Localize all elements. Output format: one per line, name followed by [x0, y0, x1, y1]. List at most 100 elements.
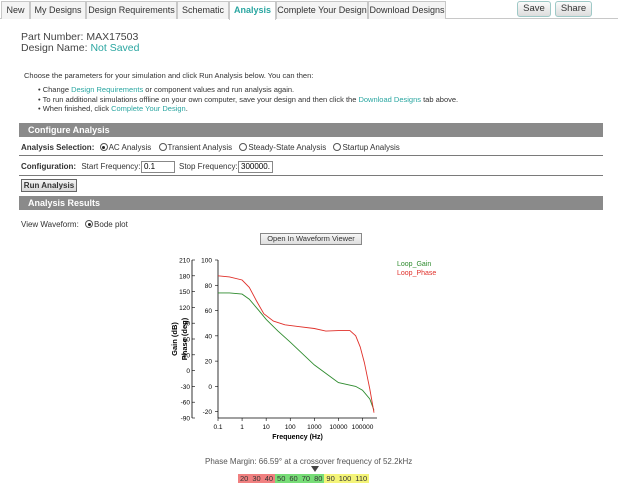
- gain-tick-label: 40: [205, 333, 213, 340]
- bullet-1-post: or component values and run analysis aga…: [143, 85, 295, 94]
- tab-bar: New My Designs Design Requirements Schem…: [0, 0, 618, 20]
- bode-plot: -20020406080100-90-60-300306090120150180…: [170, 258, 436, 442]
- radio-transient-label[interactable]: Transient Analysis: [168, 143, 233, 152]
- phase-tick-label: 180: [179, 273, 190, 280]
- view-waveform-row: View Waveform: Bode plot: [21, 220, 128, 229]
- intro-text: Choose the parameters for your simulatio…: [24, 71, 314, 80]
- analysis-selection-label: Analysis Selection:: [21, 143, 95, 152]
- analysis-selection-row: Analysis Selection: AC Analysis Transien…: [21, 143, 400, 152]
- bullet-2-post: tab above.: [421, 94, 459, 104]
- gain-tick-label: 0: [208, 384, 212, 391]
- bullet-change-requirements: Change Design Requirements or component …: [38, 85, 458, 95]
- phase-tick-label: -60: [181, 400, 191, 407]
- complete-your-design-link[interactable]: Complete Your Design: [111, 104, 186, 113]
- phase-margin-scale-cell: 50: [275, 474, 288, 483]
- tab-download-designs[interactable]: Download Designs: [368, 1, 446, 19]
- phase-margin-scale-cell: 90: [324, 474, 337, 483]
- phase-tick-label: -90: [181, 416, 191, 423]
- phase-margin-scale-cell: 70: [299, 474, 313, 483]
- run-analysis-button[interactable]: Run Analysis: [21, 179, 77, 192]
- gain-tick-label: 20: [205, 359, 213, 366]
- phase-margin-scale: 20 30 40 50 60 70 80 90 100 110: [238, 474, 370, 483]
- radio-steady-state-analysis[interactable]: Steady-State Analysis: [239, 143, 326, 152]
- phase-margin-text: Phase Margin: 66.59° at a crossover freq…: [205, 457, 413, 466]
- view-waveform-label: View Waveform:: [21, 220, 79, 229]
- design-name-value: Not Saved: [90, 42, 140, 54]
- start-frequency-label: Start Frequency:: [81, 162, 141, 171]
- tab-analysis[interactable]: Analysis: [229, 1, 276, 20]
- bullet-3-pre: When finished, click: [42, 104, 112, 113]
- phase-margin-marker-icon: [311, 466, 319, 472]
- phase-tick-label: 0: [186, 368, 190, 375]
- phase-margin-scale-cell: 80: [312, 474, 325, 483]
- phase-tick-label: 210: [179, 258, 190, 265]
- bullet-2-pre: To run additional simulations offline on…: [42, 94, 359, 104]
- gain-tick-label: 80: [205, 283, 213, 290]
- x-tick-label: 10000: [329, 424, 347, 431]
- download-designs-link[interactable]: Download Designs: [358, 95, 421, 104]
- phase-margin-scale-cell: 20: [238, 474, 251, 483]
- radio-startup-icon[interactable]: [333, 143, 342, 151]
- x-tick-label: 10: [263, 424, 271, 431]
- x-tick-label: 0.1: [213, 424, 222, 431]
- tab-design-requirements[interactable]: Design Requirements: [86, 1, 177, 19]
- phase-tick-label: -30: [181, 384, 191, 391]
- radio-steady-state-label[interactable]: Steady-State Analysis: [248, 143, 326, 152]
- radio-startup-label[interactable]: Startup Analysis: [342, 143, 399, 152]
- series-loop-gain-line: [218, 292, 375, 411]
- configure-analysis-header: Configure Analysis: [19, 123, 603, 137]
- radio-transient-analysis[interactable]: Transient Analysis: [158, 143, 233, 152]
- phase-margin-scale-cell: 30: [250, 474, 263, 483]
- phase-margin-scale-cell: 110: [353, 474, 370, 483]
- bullet-3-post: .: [185, 104, 188, 113]
- phase-tick-label: 150: [179, 289, 190, 296]
- radio-ac-label[interactable]: AC Analysis: [109, 143, 152, 152]
- radio-bode-icon[interactable]: [85, 220, 94, 228]
- gain-axis-title: Gain (dB): [170, 322, 179, 356]
- stop-frequency-input[interactable]: 300000.: [238, 161, 273, 173]
- radio-transient-icon[interactable]: [158, 143, 167, 151]
- gain-tick-label: 100: [201, 258, 212, 265]
- bullet-1-pre: Change: [42, 85, 72, 94]
- x-tick-label: 100000: [352, 424, 374, 431]
- design-requirements-link[interactable]: Design Requirements: [71, 85, 143, 94]
- radio-bode-label[interactable]: Bode plot: [94, 220, 128, 229]
- legend-loop-gain: Loop_Gain: [397, 261, 431, 268]
- bullet-complete-design: When finished, click Complete Your Desig…: [38, 104, 458, 114]
- save-button[interactable]: Save: [517, 1, 551, 17]
- divider-2: [19, 175, 603, 176]
- tab-schematic[interactable]: Schematic: [177, 1, 229, 19]
- phase-axis-title: Phase (deg): [180, 317, 189, 360]
- intro-bullets: Change Design Requirements or component …: [38, 85, 459, 114]
- x-tick-label: 100: [285, 424, 296, 431]
- start-frequency-input[interactable]: 0.1: [141, 161, 175, 173]
- x-axis-title: Frequency (Hz): [272, 434, 323, 441]
- share-button[interactable]: Share: [555, 1, 592, 17]
- divider-1: [19, 155, 603, 156]
- phase-margin-scale-cell: 60: [287, 474, 300, 483]
- gain-tick-label: -20: [203, 409, 213, 416]
- stop-frequency-label: Stop Frequency:: [179, 162, 238, 171]
- legend-loop-phase: Loop_Phase: [397, 270, 436, 277]
- series-loop-phase-line: [217, 275, 375, 413]
- radio-ac-analysis[interactable]: AC Analysis: [99, 143, 152, 152]
- configuration-label: Configuration:: [21, 162, 77, 171]
- x-tick-label: 1: [240, 424, 244, 431]
- open-waveform-viewer-button[interactable]: Open In Waveform Viewer: [260, 233, 362, 245]
- radio-steady-state-icon[interactable]: [239, 143, 248, 151]
- design-name: Design Name: Not Saved: [21, 42, 139, 54]
- radio-ac-icon[interactable]: [99, 143, 108, 151]
- x-tick-label: 1000: [307, 424, 322, 431]
- radio-bode-plot[interactable]: Bode plot: [85, 220, 128, 229]
- tab-complete-your-design[interactable]: Complete Your Design: [276, 1, 368, 19]
- gain-tick-label: 60: [205, 308, 213, 315]
- design-name-label: Design Name:: [21, 42, 88, 54]
- phase-margin-scale-cell: 40: [262, 474, 276, 483]
- phase-margin-scale-cell: 100: [336, 474, 354, 483]
- radio-startup-analysis[interactable]: Startup Analysis: [333, 143, 400, 152]
- tab-my-designs[interactable]: My Designs: [30, 1, 86, 19]
- tab-new[interactable]: New: [1, 1, 30, 19]
- analysis-results-header: Analysis Results: [19, 196, 603, 210]
- configuration-row: Configuration: Start Frequency:: [21, 162, 140, 171]
- phase-tick-label: 120: [179, 305, 190, 312]
